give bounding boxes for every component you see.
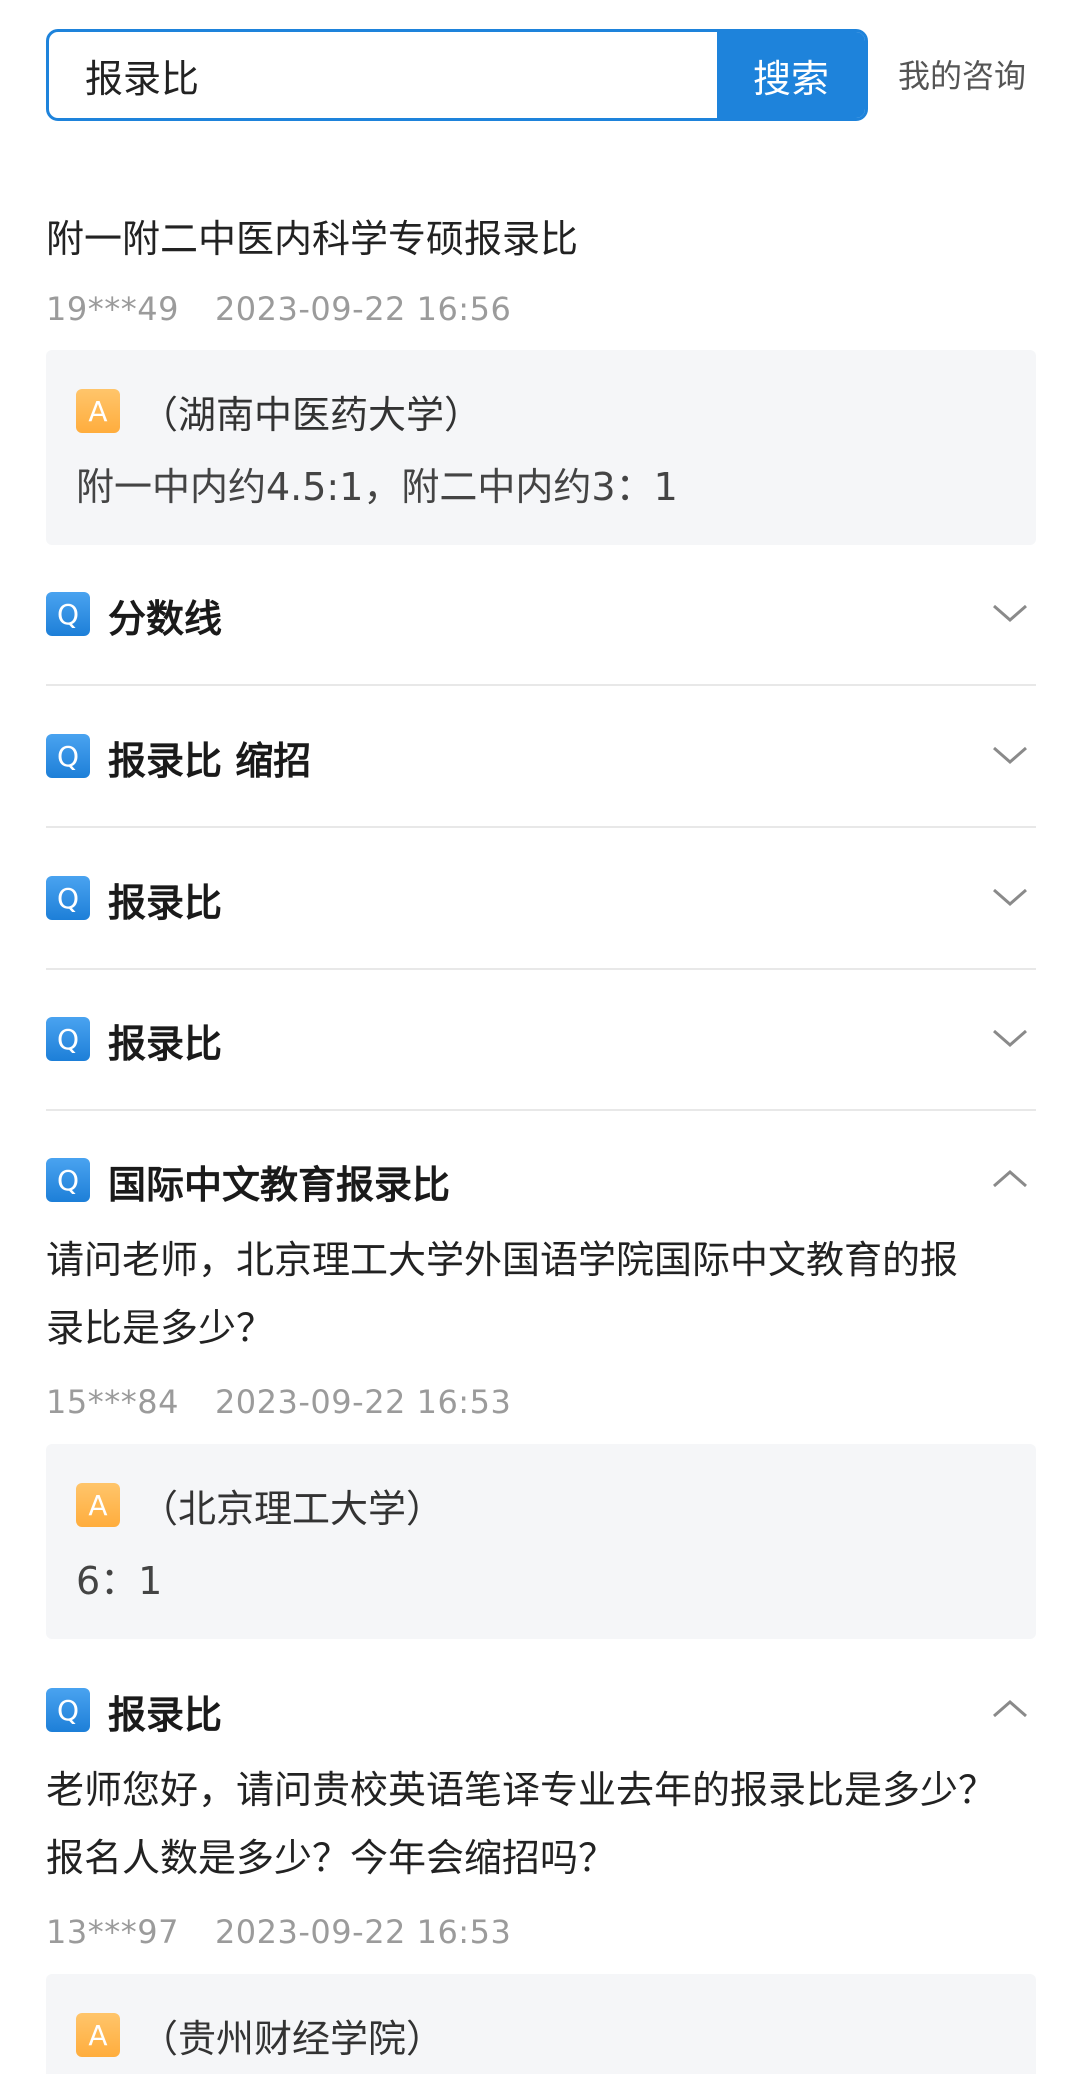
question-label: 报录比 缩招 <box>108 739 312 783</box>
chevron-down-icon[interactable] <box>990 1023 1030 1053</box>
question-icon: Q <box>46 734 90 778</box>
chevron-down-icon[interactable] <box>990 740 1030 770</box>
question-icon: Q <box>46 1688 90 1732</box>
question-icon: Q <box>46 592 90 636</box>
answer-icon: A <box>76 1483 120 1527</box>
question-row[interactable]: Q 报录比 <box>46 876 1036 970</box>
question-text-line: 录比是多少？ <box>46 1306 275 1350</box>
timestamp: 2023-09-22 16:53 <box>214 1383 512 1421</box>
answer-box: A （湖南中医药大学） 附一中内约4.5:1，附二中内约3：1 <box>46 350 1036 545</box>
timestamp: 2023-09-22 16:56 <box>214 290 512 328</box>
search-box: 搜索 <box>46 29 868 121</box>
user-id: 19***49 <box>46 290 179 328</box>
question-icon: Q <box>46 876 90 920</box>
chevron-down-icon[interactable] <box>990 882 1030 912</box>
question-row[interactable]: Q 报录比 缩招 <box>46 734 1036 828</box>
question-text-line: 请问老师，北京理工大学外国语学院国际中文教育的报 <box>46 1238 959 1282</box>
search-input[interactable] <box>49 32 721 118</box>
chevron-up-icon[interactable] <box>990 1164 1030 1194</box>
question-label: 分数线 <box>108 597 223 641</box>
question-label: 报录比 <box>108 1693 223 1737</box>
user-id: 15***84 <box>46 1383 179 1421</box>
timestamp: 2023-09-22 16:53 <box>214 1913 512 1951</box>
question-text: 请问老师，北京理工大学外国语学院国际中文教育的报 录比是多少？ <box>46 1226 1036 1362</box>
answer-icon: A <box>76 2013 120 2057</box>
question-text: 老师您好，请问贵校英语笔译专业去年的报录比是多少？ 报名人数是多少？今年会缩招吗… <box>46 1756 1036 1892</box>
question-meta: 13***97 2023-09-22 16:53 <box>46 1913 511 1951</box>
question-label: 国际中文教育报录比 <box>108 1163 451 1207</box>
answer-text: 6：1 <box>76 1559 163 1603</box>
answer-icon: A <box>76 389 120 433</box>
question-meta: 15***84 2023-09-22 16:53 <box>46 1383 511 1421</box>
answer-text: 附一中内约4.5:1，附二中内约3：1 <box>76 465 678 509</box>
answer-header: A （北京理工大学） <box>76 1482 444 1531</box>
search-button[interactable]: 搜索 <box>717 32 865 118</box>
question-row[interactable]: Q 分数线 <box>46 592 1036 686</box>
search-bar: 搜索 我的咨询 <box>46 29 1036 121</box>
answer-header: A （湖南中医药大学） <box>76 388 482 437</box>
answer-box: A （北京理工大学） 6：1 <box>46 1444 1036 1639</box>
question-title[interactable]: 附一附二中医内科学专硕报录比 <box>46 208 578 263</box>
answer-header: A （贵州财经学院） <box>76 2012 444 2061</box>
question-icon: Q <box>46 1158 90 1202</box>
answer-school: （北京理工大学） <box>140 1486 445 1531</box>
question-text-line: 报名人数是多少？今年会缩招吗？ <box>46 1836 617 1880</box>
question-label: 报录比 <box>108 1022 223 1066</box>
consult-search-page: 搜索 我的咨询 附一附二中医内科学专硕报录比 19***49 2023-09-22… <box>0 0 1080 2074</box>
question-text-line: 老师您好，请问贵校英语笔译专业去年的报录比是多少？ <box>46 1768 997 1812</box>
my-consult-link[interactable]: 我的咨询 <box>898 51 1026 97</box>
chevron-up-icon[interactable] <box>990 1694 1030 1724</box>
question-label: 报录比 <box>108 881 223 925</box>
user-id: 13***97 <box>46 1913 179 1951</box>
answer-box: A （贵州财经学院） <box>46 1974 1036 2074</box>
question-icon: Q <box>46 1017 90 1061</box>
question-row[interactable]: Q 报录比 <box>46 1017 1036 1111</box>
answer-school: （湖南中医药大学） <box>140 392 483 437</box>
answer-school: （贵州财经学院） <box>140 2016 445 2061</box>
chevron-down-icon[interactable] <box>990 598 1030 628</box>
question-meta: 19***49 2023-09-22 16:56 <box>46 290 511 328</box>
